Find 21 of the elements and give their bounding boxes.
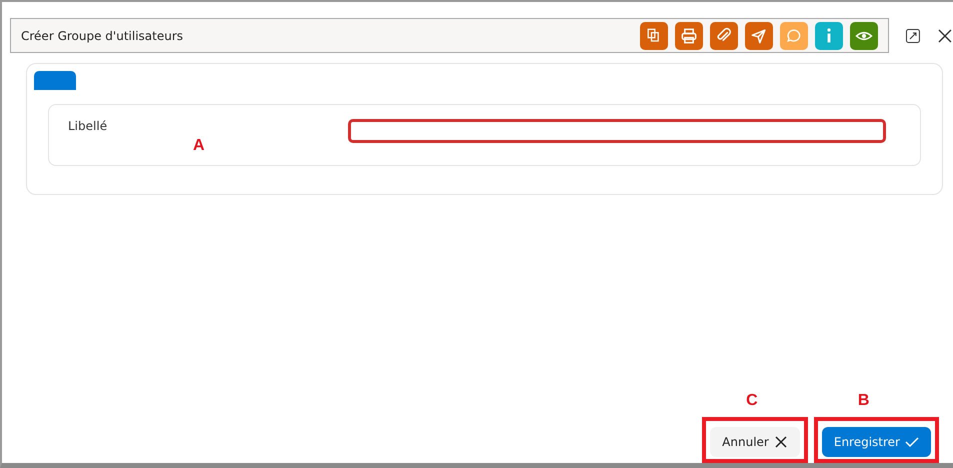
close-icon[interactable] [937, 28, 953, 44]
callout-letter: C [746, 392, 758, 410]
print-button[interactable] [675, 22, 704, 50]
preview-button[interactable] [850, 22, 878, 50]
input-field[interactable] [348, 119, 886, 143]
close-icon [774, 435, 788, 449]
info-icon [827, 28, 832, 43]
callout-letter: A [193, 137, 205, 155]
window-title: Créer Groupe d'utilisateurs [21, 28, 184, 42]
maximize-icon[interactable] [905, 28, 922, 44]
callout-letter: B [858, 392, 870, 410]
field-label: Libellé [68, 119, 108, 133]
send-button[interactable] [745, 22, 774, 50]
check-icon [905, 435, 919, 449]
attach-button[interactable] [710, 22, 738, 50]
comment-button[interactable] [780, 22, 808, 50]
save-button[interactable]: Enregistrer [822, 427, 931, 457]
documents-button[interactable] [640, 22, 668, 50]
printer-icon [679, 26, 700, 46]
info-button[interactable] [815, 22, 844, 50]
cancel-button[interactable]: Annuler [710, 427, 800, 457]
